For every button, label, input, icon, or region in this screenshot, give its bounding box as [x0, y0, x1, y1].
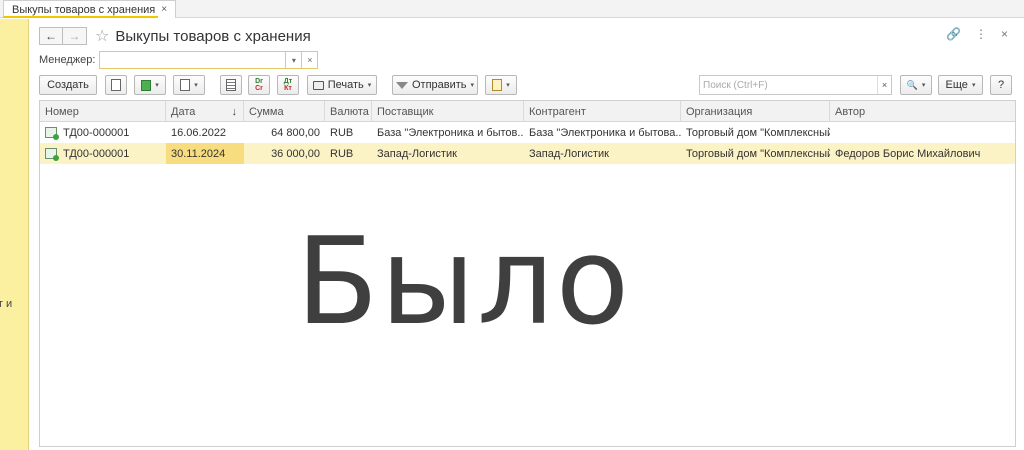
send-icon — [395, 81, 408, 89]
document-posted-icon — [45, 127, 59, 140]
printer-icon — [312, 80, 324, 90]
chevron-down-icon: ▾ — [194, 82, 198, 89]
column-header-number[interactable]: Номер — [40, 101, 166, 122]
list-button[interactable] — [220, 75, 242, 95]
attachment-icon — [492, 79, 503, 91]
manager-dropdown-icon[interactable]: ▾ — [285, 52, 301, 68]
column-header-counterparty[interactable]: Контрагент — [524, 101, 681, 122]
sort-desc-icon: ↓ — [231, 105, 238, 118]
manager-clear-icon[interactable]: × — [302, 51, 319, 69]
forward-button[interactable]: → — [63, 27, 87, 45]
left-sidebar: ат и ы й — [0, 19, 29, 450]
column-header-organization[interactable]: Организация — [681, 101, 830, 122]
copy-button[interactable] — [105, 75, 127, 95]
print-button[interactable]: Печать ▾ — [307, 75, 377, 95]
toolbar: Создать ▾ ▾ Dr Cr Дт Кт Печать ▾ Отправи… — [39, 75, 1019, 96]
list-icon — [226, 79, 236, 91]
search-button[interactable]: 🔍 ▾ — [900, 75, 932, 95]
sidebar-text-fragment[interactable]: ат и — [0, 298, 12, 310]
chevron-down-icon: ▾ — [367, 82, 372, 89]
back-button[interactable]: ← — [39, 27, 63, 45]
favorite-star-icon[interactable]: ☆ — [95, 26, 109, 46]
manager-input[interactable]: ▾ — [99, 51, 303, 69]
overlay-caption: Было — [296, 213, 632, 352]
table-header: Номер Дата ↓ Сумма Валюта Поставщик Конт… — [40, 101, 1015, 122]
chevron-down-icon: ▾ — [470, 82, 475, 89]
tab-active-indicator — [3, 16, 158, 18]
more-label: Еще — [945, 79, 968, 91]
cell-number: ТД00-000001 — [63, 147, 130, 160]
tab-label: Выкупы товаров с хранения — [12, 3, 156, 16]
search-clear-icon[interactable]: × — [877, 76, 891, 94]
cell-date-focused: 30.11.2024 — [166, 143, 244, 164]
reports-icon — [180, 79, 191, 91]
dr-cr-icon: Dr Cr — [255, 78, 263, 92]
cell-supplier: Запад-Логистик — [377, 147, 457, 160]
column-header-sum[interactable]: Сумма — [244, 101, 325, 122]
kt-text: Кт — [284, 85, 292, 92]
more-button[interactable]: Еще ▾ — [938, 75, 983, 95]
cell-sum: 36 000,00 — [271, 147, 320, 160]
chevron-down-icon: ▾ — [506, 82, 510, 89]
column-header-author[interactable]: Автор — [830, 101, 1015, 122]
table-row-selected[interactable]: ТД00-000001 30.11.2024 36 000,00 RUB Зап… — [40, 143, 1015, 164]
search-input[interactable]: Поиск (Ctrl+F) — [700, 80, 877, 91]
cell-counterparty: Запад-Логистик — [529, 147, 609, 160]
cell-sum: 64 800,00 — [271, 126, 320, 139]
search-box: Поиск (Ctrl+F) × — [699, 75, 892, 95]
cell-number: ТД00-000001 — [63, 126, 130, 139]
tab-bar: Выкупы товаров с хранения × — [0, 0, 1024, 18]
send-button[interactable]: Отправить ▾ — [392, 75, 478, 95]
cell-currency: RUB — [330, 147, 354, 160]
close-icon[interactable]: × — [1001, 27, 1008, 41]
dt-kt-icon: Дт Кт — [284, 78, 292, 92]
help-icon: ? — [997, 79, 1005, 91]
send-label: Отправить — [411, 79, 467, 91]
dt-text: Дт — [283, 78, 293, 85]
create-label: Создать — [47, 79, 89, 91]
column-header-date[interactable]: Дата ↓ — [166, 101, 244, 122]
print-label: Печать — [327, 79, 364, 91]
copy-doc-icon — [111, 79, 121, 91]
manager-label: Менеджер: — [39, 54, 96, 66]
chevron-down-icon: ▾ — [971, 82, 976, 89]
cell-currency: RUB — [330, 126, 354, 139]
cell-organization: Торговый дом "Комплексный" — [686, 126, 830, 139]
more-menu-icon[interactable]: ⋮ — [975, 27, 987, 41]
help-button[interactable]: ? — [990, 75, 1012, 95]
attachments-button[interactable]: ▾ — [485, 75, 517, 95]
chevron-down-icon: ▾ — [921, 82, 926, 89]
forward-arrow-icon: → — [68, 29, 81, 43]
chevron-down-icon: ▾ — [155, 82, 159, 89]
cr-text: Cr — [255, 85, 263, 92]
search-icon: 🔍 — [906, 79, 918, 90]
title-row: ← → ☆ Выкупы товаров с хранения — [39, 25, 311, 47]
reports-button[interactable]: ▾ — [173, 75, 205, 95]
column-header-supplier[interactable]: Поставщик — [372, 101, 524, 122]
cell-date: 16.06.2022 — [171, 126, 227, 139]
create-based-on-button[interactable]: ▾ — [134, 75, 166, 95]
link-icon[interactable]: 🔗 — [946, 27, 961, 41]
column-header-date-label: Дата — [171, 105, 196, 118]
cell-author: Федоров Борис Михайлович — [835, 147, 981, 160]
create-based-on-icon — [141, 79, 152, 91]
cell-counterparty: База "Электроника и бытова... — [529, 126, 681, 139]
dr-text: Dr — [255, 78, 263, 85]
tab-close-icon[interactable]: × — [161, 4, 167, 15]
cell-author — [830, 122, 1015, 143]
page-title: Выкупы товаров с хранения — [115, 27, 311, 45]
window-actions: 🔗 ⋮ × — [946, 27, 1008, 41]
table-row[interactable]: ТД00-000001 16.06.2022 64 800,00 RUB Баз… — [40, 122, 1015, 143]
document-posted-icon — [45, 148, 59, 161]
postings-button[interactable]: Dr Cr — [248, 75, 270, 95]
back-arrow-icon: ← — [45, 29, 57, 43]
manager-filter: Менеджер: ▾ × — [39, 51, 319, 69]
cell-organization: Торговый дом "Комплексный" — [686, 147, 830, 160]
accounting-postings-button[interactable]: Дт Кт — [277, 75, 299, 95]
column-header-currency[interactable]: Валюта — [325, 101, 372, 122]
create-button[interactable]: Создать — [39, 75, 97, 95]
cell-supplier: База "Электроника и бытов... — [377, 126, 524, 139]
